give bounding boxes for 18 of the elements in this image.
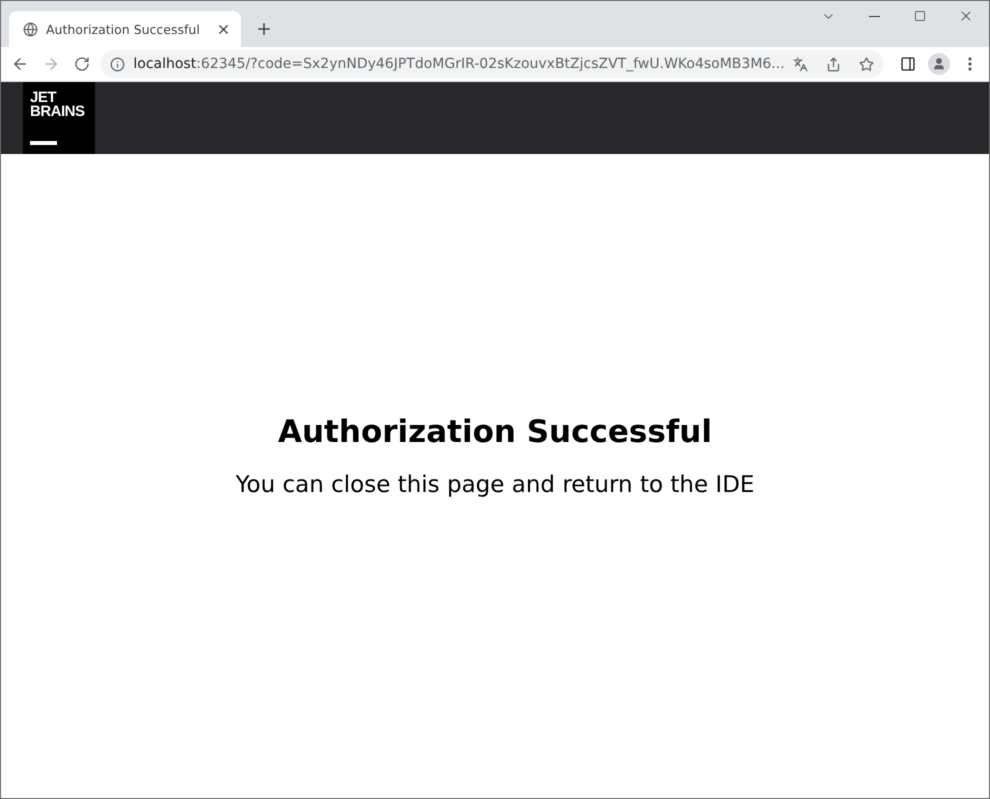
translate-icon[interactable] — [792, 56, 808, 72]
logo-text: BRAINS — [30, 105, 86, 119]
person-icon — [932, 57, 946, 71]
browser-tab[interactable]: Authorization Successful — [9, 11, 241, 47]
share-icon[interactable] — [826, 56, 841, 72]
address-bar[interactable]: localhost:62345/?code=Sx2ynNDy46JPTdoMGrIR-02sKzouvxBtZjcsZVT_fwU.WKo4soMB3M6... — [100, 50, 884, 78]
star-icon[interactable] — [858, 56, 874, 72]
page-title: Authorization Successful — [278, 414, 712, 450]
side-panel-icon — [900, 56, 916, 72]
globe-icon — [23, 22, 38, 36]
logo[interactable]: JET BRAINS — [23, 82, 95, 154]
message-text: You can close this page and return to the IDE — [236, 472, 754, 498]
logo-bar-icon — [30, 141, 57, 145]
maximize-icon — [914, 10, 926, 22]
menu-icon — [968, 57, 972, 71]
reload-icon — [74, 56, 90, 72]
logo-text: JET — [30, 91, 56, 105]
info-icon — [110, 56, 126, 72]
